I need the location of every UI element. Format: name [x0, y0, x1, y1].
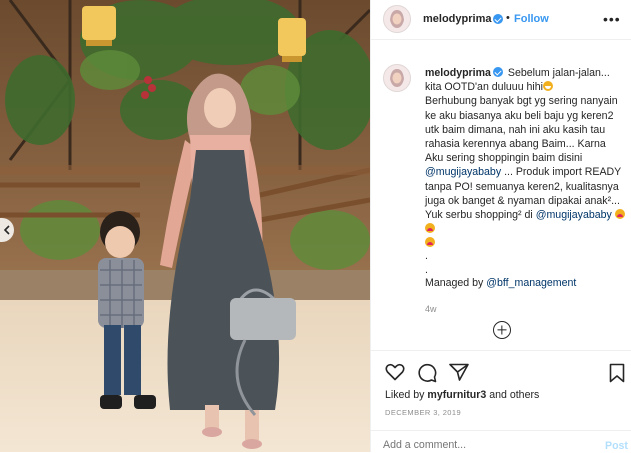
managed-prefix: Managed by [425, 277, 487, 289]
more-options-icon[interactable]: ••• [603, 11, 621, 27]
post-comment-button[interactable]: Post [605, 440, 628, 452]
caption-dot: . [425, 250, 428, 262]
managed-by-line: Managed by @bff_management [425, 277, 576, 289]
post-photo-illustration [0, 0, 370, 452]
heart-eyes-emoji-icon [425, 237, 435, 248]
liked-by-user[interactable]: myfurnitur3 [427, 389, 486, 401]
bookmark-icon[interactable] [609, 363, 625, 383]
avatar-photo [384, 6, 410, 32]
post-photo[interactable] [0, 0, 370, 452]
caption-line2: kita OOTD'an duluuu hihi [425, 81, 544, 94]
post-side-panel: melodyprima • Follow ••• melodyprima Seb… [370, 0, 631, 452]
caption-line1: Sebelum jalan-jalan... [504, 67, 610, 79]
caption-time-ago: 4w [425, 304, 437, 314]
plus-circle-icon[interactable] [493, 321, 511, 339]
heart-eyes-emoji-icon [614, 209, 625, 220]
verified-badge-icon [492, 67, 503, 77]
mention-link[interactable]: @mugijayababy [425, 166, 501, 178]
heart-icon[interactable] [385, 363, 405, 381]
caption-avatar[interactable] [383, 64, 411, 92]
chevron-left-icon [3, 225, 10, 235]
post-date: DECEMBER 3, 2019 [385, 408, 462, 417]
grin-emoji-icon [543, 81, 554, 92]
mention-link[interactable]: @mugijayababy [536, 209, 612, 221]
post-username[interactable]: melodyprima [423, 13, 491, 25]
likes-suffix[interactable]: and others [486, 389, 539, 401]
heart-eyes-emoji-icon [425, 223, 435, 234]
comment-icon[interactable] [417, 363, 437, 383]
avatar-photo [384, 65, 410, 91]
share-icon[interactable] [449, 363, 469, 381]
action-bar [371, 350, 631, 383]
likes-prefix: Liked by [385, 389, 428, 401]
dot-separator: • [506, 12, 510, 24]
post-header: melodyprima • Follow ••• [371, 0, 631, 40]
verified-badge-icon [493, 14, 503, 24]
comment-bar: Post [371, 430, 631, 453]
comment-input[interactable] [383, 439, 583, 451]
follow-button[interactable]: Follow [514, 13, 549, 25]
caption-text: melodyprima Sebelum jalan-jalan... kita … [425, 66, 625, 251]
likes-line: Liked by myfurnitur3 and others [385, 389, 539, 401]
caption-body-a: Berhubung banyak bgt yg sering nanyain k… [425, 95, 621, 165]
caption-dot: . [425, 264, 428, 276]
caption-username[interactable]: melodyprima [425, 67, 491, 79]
mention-link[interactable]: @bff_management [486, 277, 576, 289]
avatar[interactable] [383, 5, 411, 33]
